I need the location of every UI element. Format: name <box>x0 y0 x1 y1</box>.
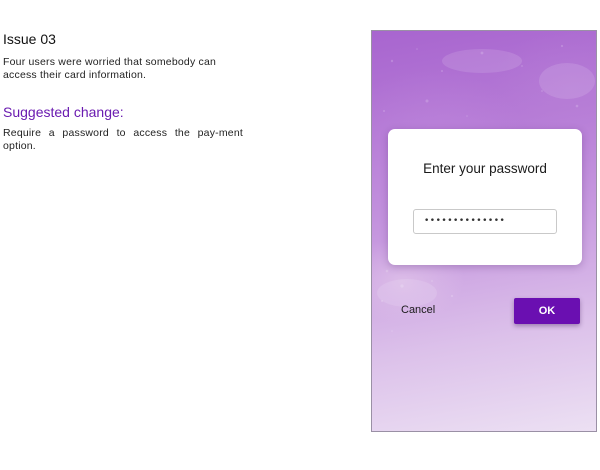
issue-description: Four users were worried that somebody ca… <box>3 56 217 81</box>
phone-mockup: Enter your password •••••••••••••• Cance… <box>371 30 597 432</box>
password-dialog: Enter your password •••••••••••••• <box>388 129 582 265</box>
issue-title: Issue 03 <box>3 31 56 47</box>
suggested-change-heading: Suggested change: <box>3 104 124 120</box>
suggested-change-description: Require a password to access the pay-men… <box>3 127 243 152</box>
password-input[interactable]: •••••••••••••• <box>413 209 557 234</box>
issue-notes: Issue 03 Four users were worried that so… <box>3 30 243 152</box>
cancel-button[interactable]: Cancel <box>401 304 435 316</box>
dialog-title: Enter your password <box>423 161 547 176</box>
ok-button[interactable]: OK <box>514 298 580 324</box>
